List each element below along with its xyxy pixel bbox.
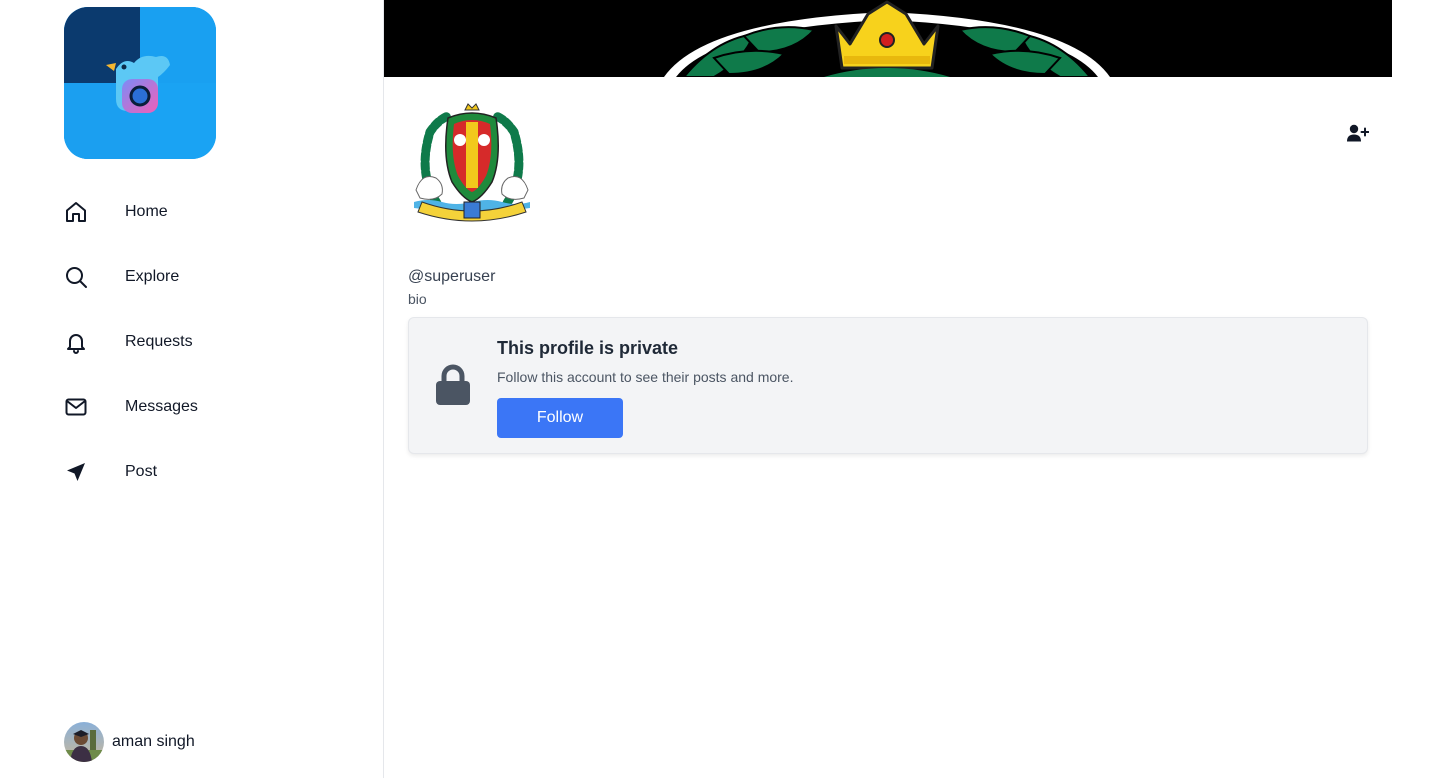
nav-label-home: Home — [125, 202, 168, 220]
private-notice-text: Follow this account to see their posts a… — [497, 369, 794, 385]
user-name: aman singh — [112, 733, 195, 750]
private-notice-title: This profile is private — [497, 338, 679, 358]
profile-bio: bio — [408, 291, 427, 307]
profile-avatar — [408, 98, 536, 232]
nav-label-post: Post — [125, 462, 158, 480]
crown-emblem-banner-icon — [384, 0, 1392, 77]
user-profile-link[interactable]: aman singh — [64, 722, 195, 762]
app-logo[interactable] — [64, 7, 216, 159]
sidebar: Home Explore Requests Messages Post aman… — [0, 0, 384, 778]
profile-banner — [384, 0, 1392, 77]
nav-item-messages[interactable]: Messages — [64, 374, 364, 439]
nav-item-explore[interactable]: Explore — [64, 244, 364, 309]
profile-handle: @superuser — [408, 268, 496, 285]
nav-label-messages: Messages — [125, 397, 198, 415]
nav-item-post[interactable]: Post — [64, 439, 364, 504]
nav-item-home[interactable]: Home — [64, 179, 364, 244]
add-friend-button[interactable] — [1346, 122, 1370, 144]
main-nav: Home Explore Requests Messages Post — [64, 179, 364, 504]
home-icon — [64, 200, 88, 224]
app: Home Explore Requests Messages Post aman… — [0, 0, 1440, 778]
user-plus-icon — [1347, 124, 1369, 142]
private-profile-notice: This profile is private Follow this acco… — [408, 317, 1368, 454]
search-icon — [64, 265, 88, 289]
bell-icon — [64, 330, 88, 354]
bird-camera-logo-icon — [64, 7, 216, 159]
nav-item-requests[interactable]: Requests — [64, 309, 364, 374]
send-arrow-icon — [64, 460, 88, 484]
user-avatar — [64, 722, 104, 762]
mail-icon — [64, 395, 88, 419]
emblem-logo-icon — [414, 103, 530, 222]
lock-icon — [435, 364, 471, 406]
profile-main: @superuser bio This profile is private F… — [384, 0, 1392, 778]
nav-label-explore: Explore — [125, 267, 180, 285]
follow-button[interactable]: Follow — [497, 398, 623, 438]
nav-label-requests: Requests — [125, 332, 193, 350]
